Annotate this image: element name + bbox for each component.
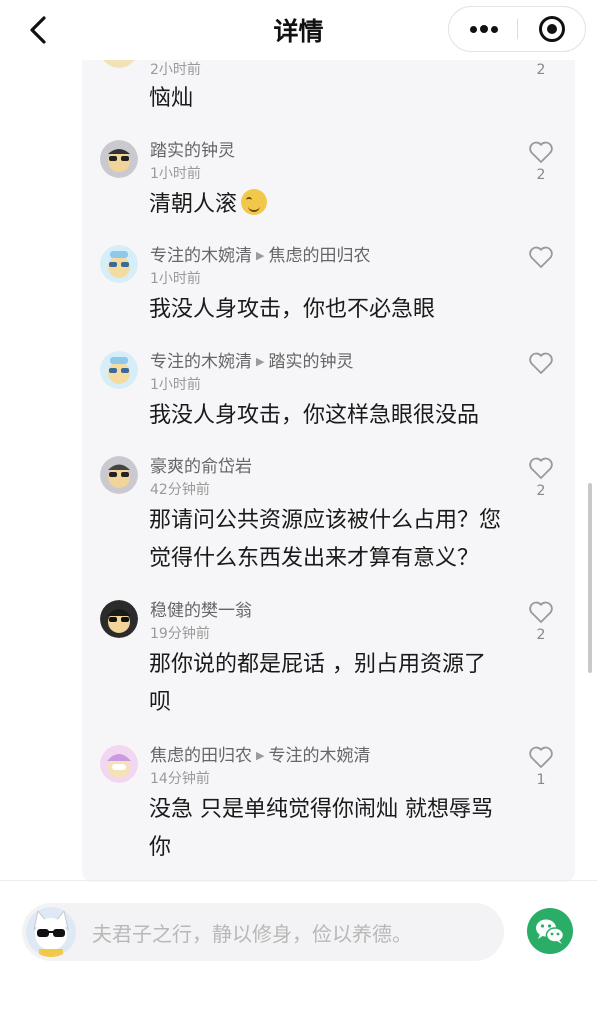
reply-text-line: 那你说的都是屁话 ，别占用资源了 bbox=[149, 652, 486, 677]
reply-names: 专注的木婉清 ▶ 焦虑的田归农 bbox=[150, 241, 370, 266]
avatar[interactable] bbox=[100, 456, 138, 494]
heart-icon[interactable] bbox=[528, 456, 554, 480]
reply-text: 清朝人滚 bbox=[149, 192, 238, 217]
avatar[interactable] bbox=[100, 351, 138, 389]
author-name[interactable]: 踏实的钟灵 bbox=[150, 141, 235, 161]
reply-names: 专注的木婉清 ▶ 踏实的钟灵 bbox=[150, 347, 353, 372]
reply-names: 稳健的樊一翁 bbox=[150, 596, 252, 621]
reply-time: 19分钟前 bbox=[150, 626, 210, 642]
nav-header: 详情 bbox=[0, 0, 597, 60]
reply-names: 焦虑的田归农 ▶ 专注的木婉清 bbox=[150, 741, 370, 766]
avatar[interactable] bbox=[100, 60, 138, 68]
reply-to-name[interactable]: 专注的木婉清 bbox=[268, 746, 370, 766]
reply-to-name[interactable]: 焦虑的田归农 bbox=[268, 246, 370, 266]
author-name[interactable]: 豪爽的俞岱岩 bbox=[150, 457, 252, 477]
reply-content: 那请问公共资源应该被什么占用？您 觉得什么东西发出来才算有意义？ bbox=[149, 502, 559, 578]
grin-face-emoji bbox=[241, 189, 268, 215]
reply-content: 那你说的都是屁话 ，别占用资源了 呗 bbox=[149, 646, 559, 722]
target-close-icon[interactable] bbox=[539, 16, 565, 42]
reply-time: 14分钟前 bbox=[150, 771, 210, 787]
reply-content: 我没人身攻击，你这样急眼很没品 bbox=[149, 403, 480, 428]
reply-text-line: 你 bbox=[149, 835, 172, 860]
author-name[interactable]: 专注的木婉清 bbox=[150, 246, 252, 266]
input-placeholder: 夫君子之行，静以修身，俭以养德。 bbox=[92, 922, 412, 946]
wechat-icon bbox=[536, 919, 565, 944]
reply-text-line: 没急 只是单纯觉得你闹灿 就想辱骂 bbox=[149, 797, 493, 822]
reply-content: 我没人身攻击，你也不必急眼 bbox=[149, 297, 436, 322]
like-count: 2 bbox=[536, 62, 546, 78]
author-name[interactable]: 焦虑的田归农 bbox=[150, 746, 252, 766]
like-count: 2 bbox=[536, 627, 546, 643]
reply-text-line: 觉得什么东西发出来才算有意义？ bbox=[149, 546, 480, 571]
reply-time: 42分钟前 bbox=[150, 482, 210, 498]
author-name[interactable]: 专注的木婉清 bbox=[150, 352, 252, 372]
like-count: 1 bbox=[536, 772, 546, 788]
mini-program-capsule bbox=[448, 6, 586, 52]
wechat-share-button[interactable] bbox=[527, 908, 573, 954]
more-dots-icon[interactable] bbox=[449, 7, 517, 51]
reply-arrow-icon: ▶ bbox=[256, 355, 265, 368]
reply-text-line: 那请问公共资源应该被什么占用？您 bbox=[149, 508, 502, 533]
reply-names: 踏实的钟灵 bbox=[150, 136, 235, 161]
reply-time: 1小时前 bbox=[150, 166, 201, 182]
reply-names: 豪爽的俞岱岩 bbox=[150, 452, 252, 477]
heart-icon[interactable] bbox=[528, 600, 554, 624]
reply-content: 清朝人滚 bbox=[149, 186, 559, 224]
capsule-divider bbox=[517, 19, 518, 39]
user-avatar[interactable] bbox=[26, 907, 76, 957]
avatar[interactable] bbox=[100, 245, 138, 283]
heart-icon[interactable] bbox=[528, 745, 554, 769]
reply-time: 1小时前 bbox=[150, 377, 201, 393]
avatar[interactable] bbox=[100, 140, 138, 178]
reply-text-line: 呗 bbox=[149, 690, 172, 715]
reply-content: 没急 只是单纯觉得你闹灿 就想辱骂 你 bbox=[149, 791, 559, 867]
scrollbar[interactable] bbox=[588, 483, 592, 673]
reply-content: 恼灿 bbox=[149, 86, 194, 111]
reply-time: 1小时前 bbox=[150, 271, 201, 287]
like-count: 2 bbox=[536, 167, 546, 183]
reply-to-name[interactable]: 踏实的钟灵 bbox=[268, 352, 353, 372]
heart-icon[interactable] bbox=[528, 140, 554, 164]
like-count: 2 bbox=[536, 483, 546, 499]
author-name[interactable]: 稳健的樊一翁 bbox=[150, 601, 252, 621]
avatar[interactable] bbox=[100, 745, 138, 783]
comment-input[interactable]: 夫君子之行，静以修身，俭以养德。 bbox=[22, 903, 504, 961]
reply-panel: 2小时前 2 恼灿 踏实的钟灵 1小时前 2 清朝人滚 专注的木婉清 ▶ 焦虑的田归… bbox=[82, 60, 575, 882]
heart-icon[interactable] bbox=[528, 351, 554, 375]
reply-arrow-icon: ▶ bbox=[256, 249, 265, 262]
heart-icon[interactable] bbox=[528, 245, 554, 269]
bottom-divider bbox=[0, 880, 597, 881]
avatar[interactable] bbox=[100, 600, 138, 638]
reply-time: 2小时前 bbox=[150, 62, 201, 78]
reply-arrow-icon: ▶ bbox=[256, 749, 265, 762]
